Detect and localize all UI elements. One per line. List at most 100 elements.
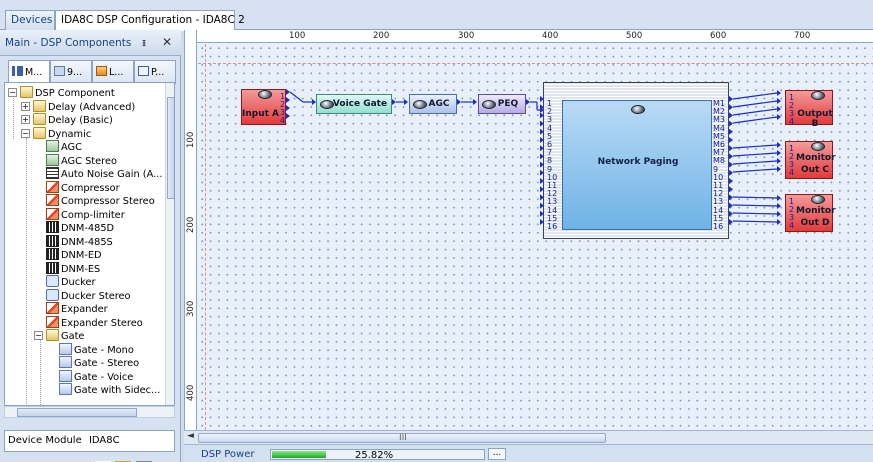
monitor-out-d-block[interactable]: Monitor Out D 1 2 3 4 (785, 194, 836, 232)
output-port-arrow (729, 202, 733, 209)
signal-wires (286, 89, 781, 225)
tree-item-label: DNM-485S (61, 236, 113, 248)
wire[interactable] (732, 116, 778, 124)
dsp-power-progress: 25.82% (270, 449, 485, 461)
knob-icon (631, 105, 645, 114)
wire[interactable] (732, 168, 778, 173)
pin-icon[interactable]: ᵻ (142, 36, 146, 49)
wire[interactable] (732, 160, 778, 165)
port-arrow (473, 99, 477, 105)
monitor-out-c-block[interactable]: Monitor Out C 1 2 3 4 (785, 141, 836, 179)
expand-icon[interactable]: + (21, 101, 30, 111)
tree-item[interactable]: Ducker (46, 275, 96, 289)
output-port-arrow (729, 120, 733, 127)
pin-label: 4 (789, 117, 795, 126)
wire[interactable] (732, 144, 778, 149)
tree-item[interactable]: Compressor (46, 180, 120, 195)
agc-block[interactable]: AGC (409, 94, 457, 114)
tree-item[interactable]: DNM-ED (46, 248, 102, 262)
collapse-icon[interactable]: − (8, 88, 17, 97)
wire[interactable] (289, 91, 304, 103)
wire[interactable] (732, 204, 778, 207)
block-label-line2: Out C (800, 165, 830, 175)
tree-item[interactable]: Compressor Stereo (46, 194, 155, 208)
anc-icon (46, 167, 59, 179)
tab-dsp-configuration[interactable]: IDA8C DSP Configuration - IDA8C 2 (55, 10, 245, 31)
voice-gate-block[interactable]: Voice Gate (316, 94, 392, 114)
wire[interactable] (732, 220, 778, 223)
gate-icon (59, 383, 72, 395)
agc-icon (46, 153, 59, 166)
tab-network[interactable]: 9... (50, 60, 92, 84)
panel-bottom-toolbar: ▾ (0, 455, 181, 462)
more-button[interactable]: ... (488, 448, 506, 460)
component-icon (12, 66, 23, 76)
tree-item[interactable]: Ducker Stereo (46, 288, 131, 303)
wire[interactable] (732, 108, 778, 116)
scroll-thumb[interactable] (17, 408, 137, 417)
tree-item[interactable]: − Gate (34, 329, 84, 343)
tree-item[interactable]: Comp-limiter (46, 207, 125, 222)
tree-item[interactable]: Gate with Sidec... (59, 383, 160, 397)
tree-item[interactable]: DNM-485S (46, 234, 113, 249)
output-port-arrow (729, 210, 733, 217)
tree-item[interactable]: AGC (46, 140, 82, 154)
wire[interactable] (732, 212, 778, 215)
output-port-arrow (729, 194, 733, 201)
tree-item[interactable]: Gate - Stereo (59, 356, 139, 370)
port-arrow (404, 99, 408, 105)
wire[interactable] (732, 152, 778, 157)
tree-item[interactable]: − Dynamic (21, 126, 92, 141)
wire[interactable] (732, 92, 778, 100)
port-arrow (777, 98, 781, 104)
output-port-arrow (729, 128, 733, 135)
properties-icon (138, 66, 149, 76)
tree-item[interactable]: Gate - Voice (59, 369, 133, 384)
scroll-thumb[interactable]: III (198, 433, 606, 443)
folder-icon (33, 126, 46, 139)
device-module-field[interactable]: Device Module IDA8C (4, 430, 175, 452)
tree-item-label: Dynamic (48, 128, 92, 140)
tree-item[interactable]: Gate - Mono (59, 342, 134, 357)
wire[interactable] (732, 100, 778, 108)
dsp-canvas[interactable]: 100 200 300 400 500 600 700 100 200 300 … (184, 30, 873, 430)
gate-icon (59, 356, 72, 368)
output-b-block[interactable]: Output B 1 2 3 4 (785, 90, 833, 129)
tree-item[interactable]: Expander (46, 302, 108, 316)
comp-icon (46, 180, 59, 193)
tree-item[interactable]: Expander Stereo (46, 315, 143, 330)
scroll-left-arrow-icon[interactable]: ◄ (187, 431, 194, 441)
tree-item[interactable]: + Delay (Advanced) (21, 99, 135, 114)
port-arrow (777, 114, 781, 120)
tree-vertical-scrollbar[interactable] (165, 83, 174, 405)
block-label: Input A (242, 109, 280, 119)
tree-item[interactable]: DNM-ES (46, 261, 100, 276)
port-arrow (777, 211, 781, 217)
tree-horizontal-scrollbar[interactable] (4, 406, 175, 418)
port-arrow (777, 142, 781, 148)
peq-block[interactable]: PEQ (478, 94, 526, 114)
tree-item[interactable]: − DSP Component (8, 86, 115, 100)
dnm-icon (46, 234, 59, 247)
tree-item[interactable]: DNM-485D (46, 221, 114, 235)
tree-item[interactable]: AGC Stereo (46, 153, 117, 168)
canvas-horizontal-scrollbar[interactable]: ◄ III (184, 430, 873, 444)
tab-components[interactable]: M... (8, 60, 50, 84)
close-icon[interactable]: ✕ (162, 35, 172, 49)
network-paging-block[interactable]: 1 2 3 4 5 6 7 8 9 10 11 12 13 14 15 16 M1 M2 M3 M4 M5 M6 M7 M8… (543, 82, 729, 239)
wire[interactable] (732, 196, 778, 199)
tree-item[interactable]: + Delay (Basic) (21, 113, 113, 127)
knob-icon (811, 195, 825, 204)
comp-icon (46, 302, 59, 314)
scroll-thumb[interactable] (167, 97, 174, 199)
panel-header: Main - DSP Components ᵻ ✕ (0, 30, 181, 56)
tab-properties[interactable]: P... (134, 60, 176, 84)
tab-devices[interactable]: Devices (5, 10, 55, 30)
tab-library[interactable]: L... (92, 60, 134, 84)
tree-item[interactable]: Auto Noise Gain (A... (46, 167, 163, 181)
input-a-block[interactable]: Input A 1 2 3 4 (241, 89, 286, 125)
block-label: Network Paging (597, 157, 679, 167)
collapse-icon[interactable]: − (21, 128, 30, 138)
expand-icon[interactable]: + (21, 115, 30, 124)
collapse-icon[interactable]: − (34, 331, 43, 340)
